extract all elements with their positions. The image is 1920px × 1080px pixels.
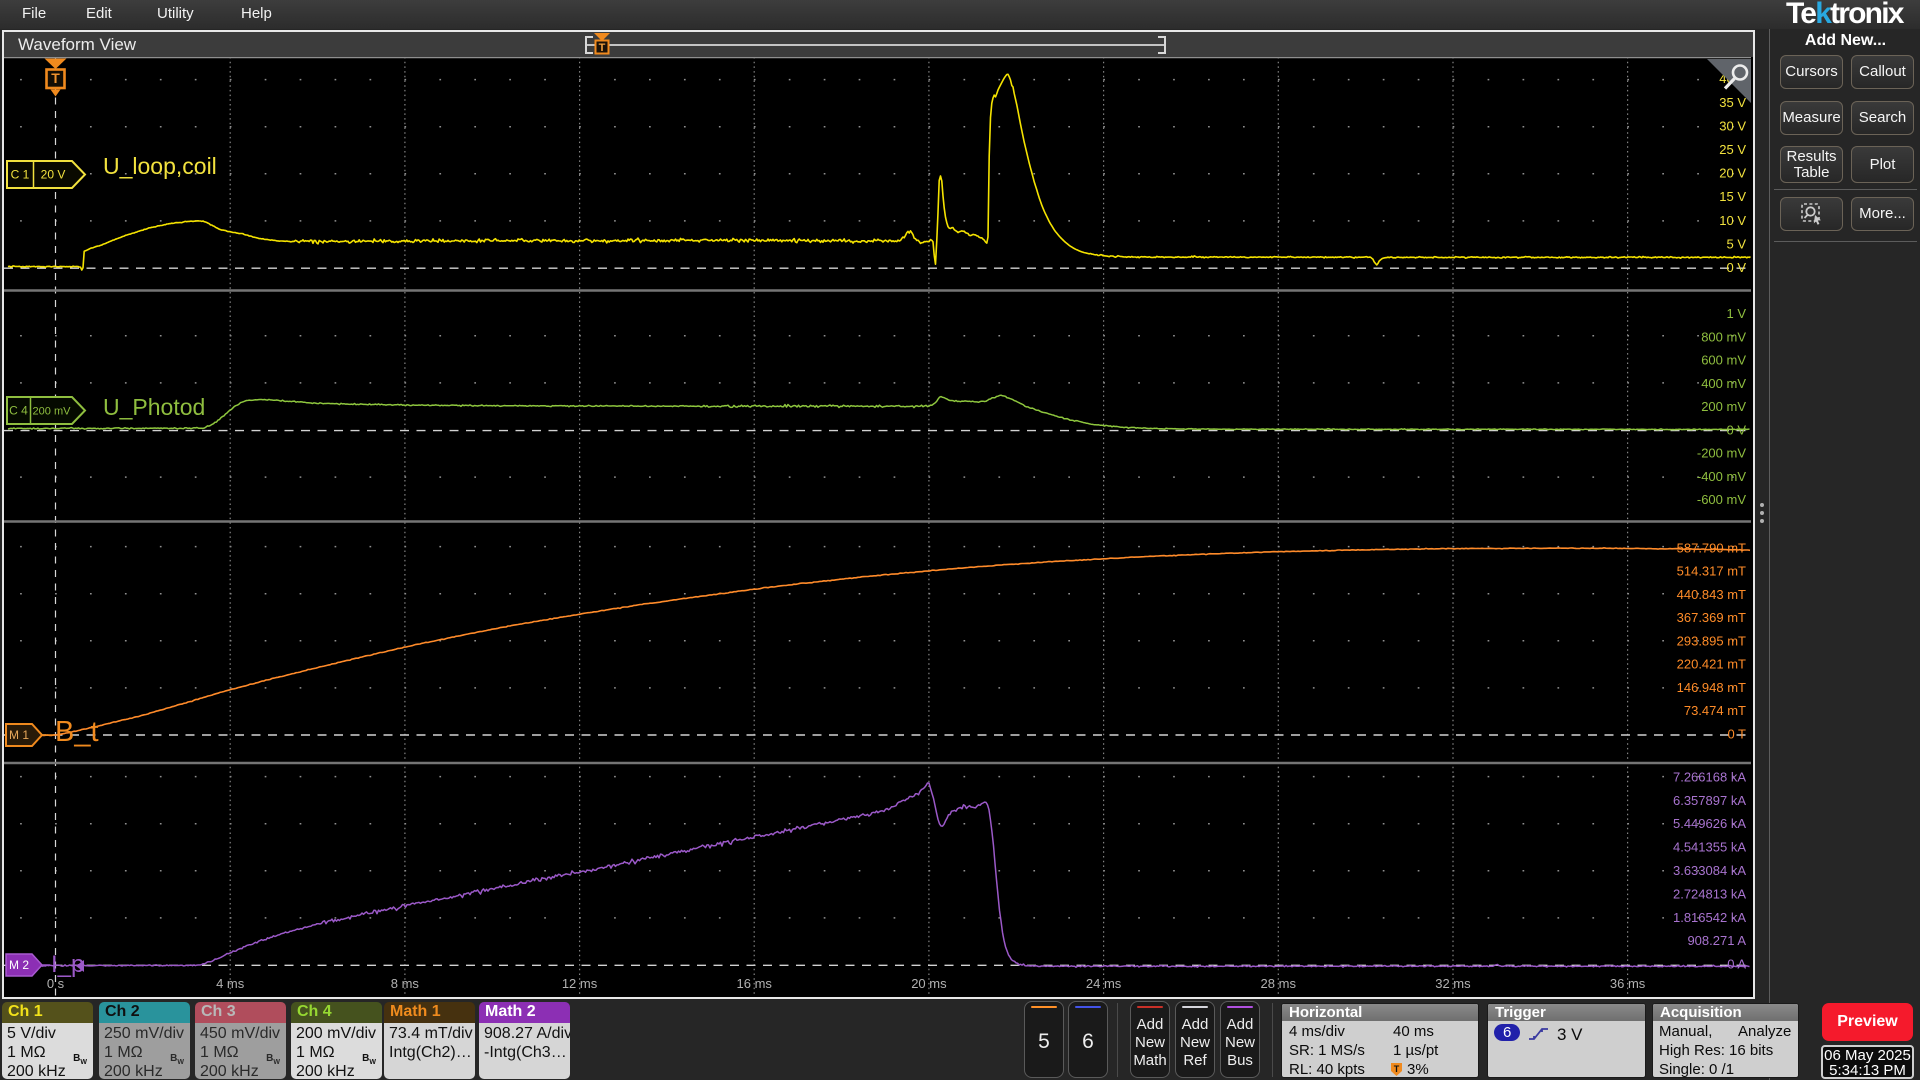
svg-text:1.816542 kA: 1.816542 kA — [1673, 910, 1746, 925]
svg-text:10 V: 10 V — [1719, 213, 1746, 228]
svg-text:293.895 mT: 293.895 mT — [1677, 633, 1746, 648]
svg-text:800 mV: 800 mV — [1701, 329, 1746, 344]
svg-text:24 ms: 24 ms — [1086, 976, 1122, 991]
svg-text:M 2: M 2 — [9, 958, 29, 972]
svg-text:28 ms: 28 ms — [1261, 976, 1297, 991]
svg-text:200 mV: 200 mV — [1701, 399, 1746, 414]
svg-text:200 mV: 200 mV — [33, 405, 72, 417]
svg-text:73.474 mT: 73.474 mT — [1684, 703, 1746, 718]
svg-text:T: T — [51, 70, 60, 86]
svg-text:15 V: 15 V — [1719, 189, 1746, 204]
svg-text:4.541355 kA: 4.541355 kA — [1673, 840, 1746, 855]
svg-text:440.843 mT: 440.843 mT — [1677, 587, 1746, 602]
svg-text:0 s: 0 s — [47, 976, 65, 991]
svg-text:36 ms: 36 ms — [1610, 976, 1646, 991]
svg-text:587.790 mT: 587.790 mT — [1677, 540, 1746, 555]
svg-text:0 V: 0 V — [1726, 260, 1746, 275]
svg-text:12 ms: 12 ms — [562, 976, 598, 991]
svg-text:-200 mV: -200 mV — [1697, 446, 1746, 461]
svg-text:32 ms: 32 ms — [1435, 976, 1471, 991]
svg-text:5.449626 kA: 5.449626 kA — [1673, 816, 1746, 831]
svg-text:1 V: 1 V — [1726, 306, 1746, 321]
svg-text:4 ms: 4 ms — [216, 976, 245, 991]
svg-text:0 V: 0 V — [1726, 422, 1746, 437]
svg-text:30 V: 30 V — [1719, 118, 1746, 133]
svg-text:U_Photod: U_Photod — [103, 394, 205, 420]
svg-text:T: T — [599, 42, 606, 54]
svg-text:6.357897 kA: 6.357897 kA — [1673, 793, 1746, 808]
svg-text:C 1: C 1 — [11, 168, 30, 182]
svg-text:2.724813 kA: 2.724813 kA — [1673, 886, 1746, 901]
svg-text:514.317 mT: 514.317 mT — [1677, 564, 1746, 579]
svg-text:20 V: 20 V — [41, 168, 66, 182]
svg-text:T: T — [1394, 1064, 1400, 1074]
svg-text:908.271 A: 908.271 A — [1687, 933, 1746, 948]
svg-text:600 mV: 600 mV — [1701, 353, 1746, 368]
svg-text:35 V: 35 V — [1719, 95, 1746, 110]
svg-text:20 ms: 20 ms — [911, 976, 947, 991]
svg-text:M 1: M 1 — [9, 728, 29, 742]
svg-text:146.948 mT: 146.948 mT — [1677, 680, 1746, 695]
svg-text:20 V: 20 V — [1719, 166, 1746, 181]
svg-text:3.633084 kA: 3.633084 kA — [1673, 863, 1746, 878]
svg-text:367.369 mT: 367.369 mT — [1677, 610, 1746, 625]
svg-text:0 A: 0 A — [1727, 957, 1746, 972]
svg-text:220.421 mT: 220.421 mT — [1677, 657, 1746, 672]
svg-text:U_loop,coil: U_loop,coil — [103, 153, 217, 179]
svg-text:8 ms: 8 ms — [391, 976, 420, 991]
svg-text:-600 mV: -600 mV — [1697, 492, 1746, 507]
svg-text:C 4: C 4 — [9, 404, 28, 418]
svg-text:400 mV: 400 mV — [1701, 376, 1746, 391]
svg-text:25 V: 25 V — [1719, 142, 1746, 157]
svg-text:16 ms: 16 ms — [737, 976, 773, 991]
svg-text:5 V: 5 V — [1726, 236, 1746, 251]
svg-text:0 T: 0 T — [1727, 726, 1746, 741]
svg-text:-400 mV: -400 mV — [1697, 469, 1746, 484]
svg-text:B_t: B_t — [55, 716, 99, 748]
svg-text:7.266168 kA: 7.266168 kA — [1673, 769, 1746, 784]
